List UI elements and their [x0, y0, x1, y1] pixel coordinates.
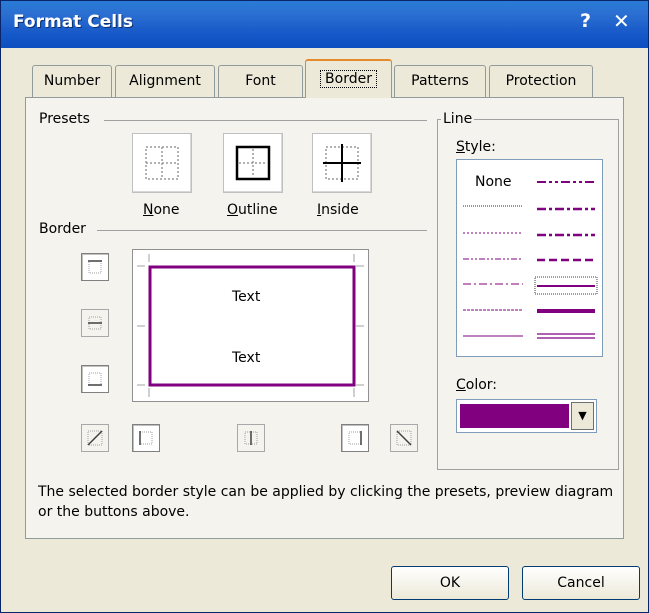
preset-outline-label: Outline: [227, 202, 278, 218]
border-preview-diagram[interactable]: Text Text: [132, 249, 369, 402]
color-dropdown-button[interactable]: ▼: [571, 402, 594, 430]
presets-heading: Presets: [39, 111, 90, 127]
preset-none-label: None: [143, 202, 180, 218]
preview-text-bottom: Text: [232, 350, 261, 366]
preset-inside-icon: [323, 144, 361, 182]
border-bottom-icon: [88, 372, 102, 386]
border-heading: Border: [39, 221, 86, 237]
border-divider: [97, 230, 427, 231]
color-label: Color:: [456, 377, 498, 393]
border-inner-horizontal-icon: [88, 316, 102, 330]
preview-frame: [137, 254, 364, 397]
ok-button[interactable]: OK: [391, 566, 509, 600]
border-left-icon: [139, 431, 153, 445]
preset-inside-button[interactable]: [312, 133, 372, 193]
preset-none-button[interactable]: [132, 133, 192, 193]
border-right-button[interactable]: [341, 424, 369, 452]
preset-outline-icon: [235, 145, 271, 181]
line-style-list[interactable]: None: [456, 159, 603, 357]
line-style-samples: [463, 181, 598, 339]
border-top-button[interactable]: [81, 253, 109, 281]
preset-outline-button[interactable]: [223, 133, 283, 193]
panel-content: Presets None Outline Inside Border Text …: [1, 1, 648, 612]
border-diagonal-up-icon: [87, 430, 103, 446]
border-top-icon: [88, 260, 102, 274]
border-left-button[interactable]: [132, 424, 160, 452]
border-inner-horizontal-button[interactable]: [81, 309, 109, 337]
format-cells-dialog: Format Cells ? ✕ Number Alignment Font B…: [0, 0, 649, 613]
line-style-right-column: [537, 181, 595, 339]
border-right-icon: [348, 431, 362, 445]
border-diagonal-up-button[interactable]: [81, 424, 109, 452]
color-dropdown[interactable]: ▼: [456, 399, 597, 433]
preset-inside-label: Inside: [317, 202, 359, 218]
line-heading: Line: [441, 111, 475, 127]
border-diagonal-down-icon: [396, 430, 412, 446]
dropdown-arrow-icon: ▼: [578, 409, 587, 422]
border-inner-vertical-icon: [244, 431, 258, 445]
selected-color-swatch: [460, 404, 569, 428]
presets-divider: [104, 120, 427, 121]
description-text: The selected border style can be applied…: [38, 484, 614, 520]
style-label: Style:: [456, 139, 496, 155]
preview-text-top: Text: [232, 289, 261, 305]
line-style-left-column: [463, 205, 523, 337]
border-bottom-button[interactable]: [81, 365, 109, 393]
preset-none-icon: [145, 146, 179, 180]
border-diagonal-down-button[interactable]: [390, 424, 418, 452]
border-inner-vertical-button[interactable]: [237, 424, 265, 452]
cancel-button[interactable]: Cancel: [522, 566, 640, 600]
